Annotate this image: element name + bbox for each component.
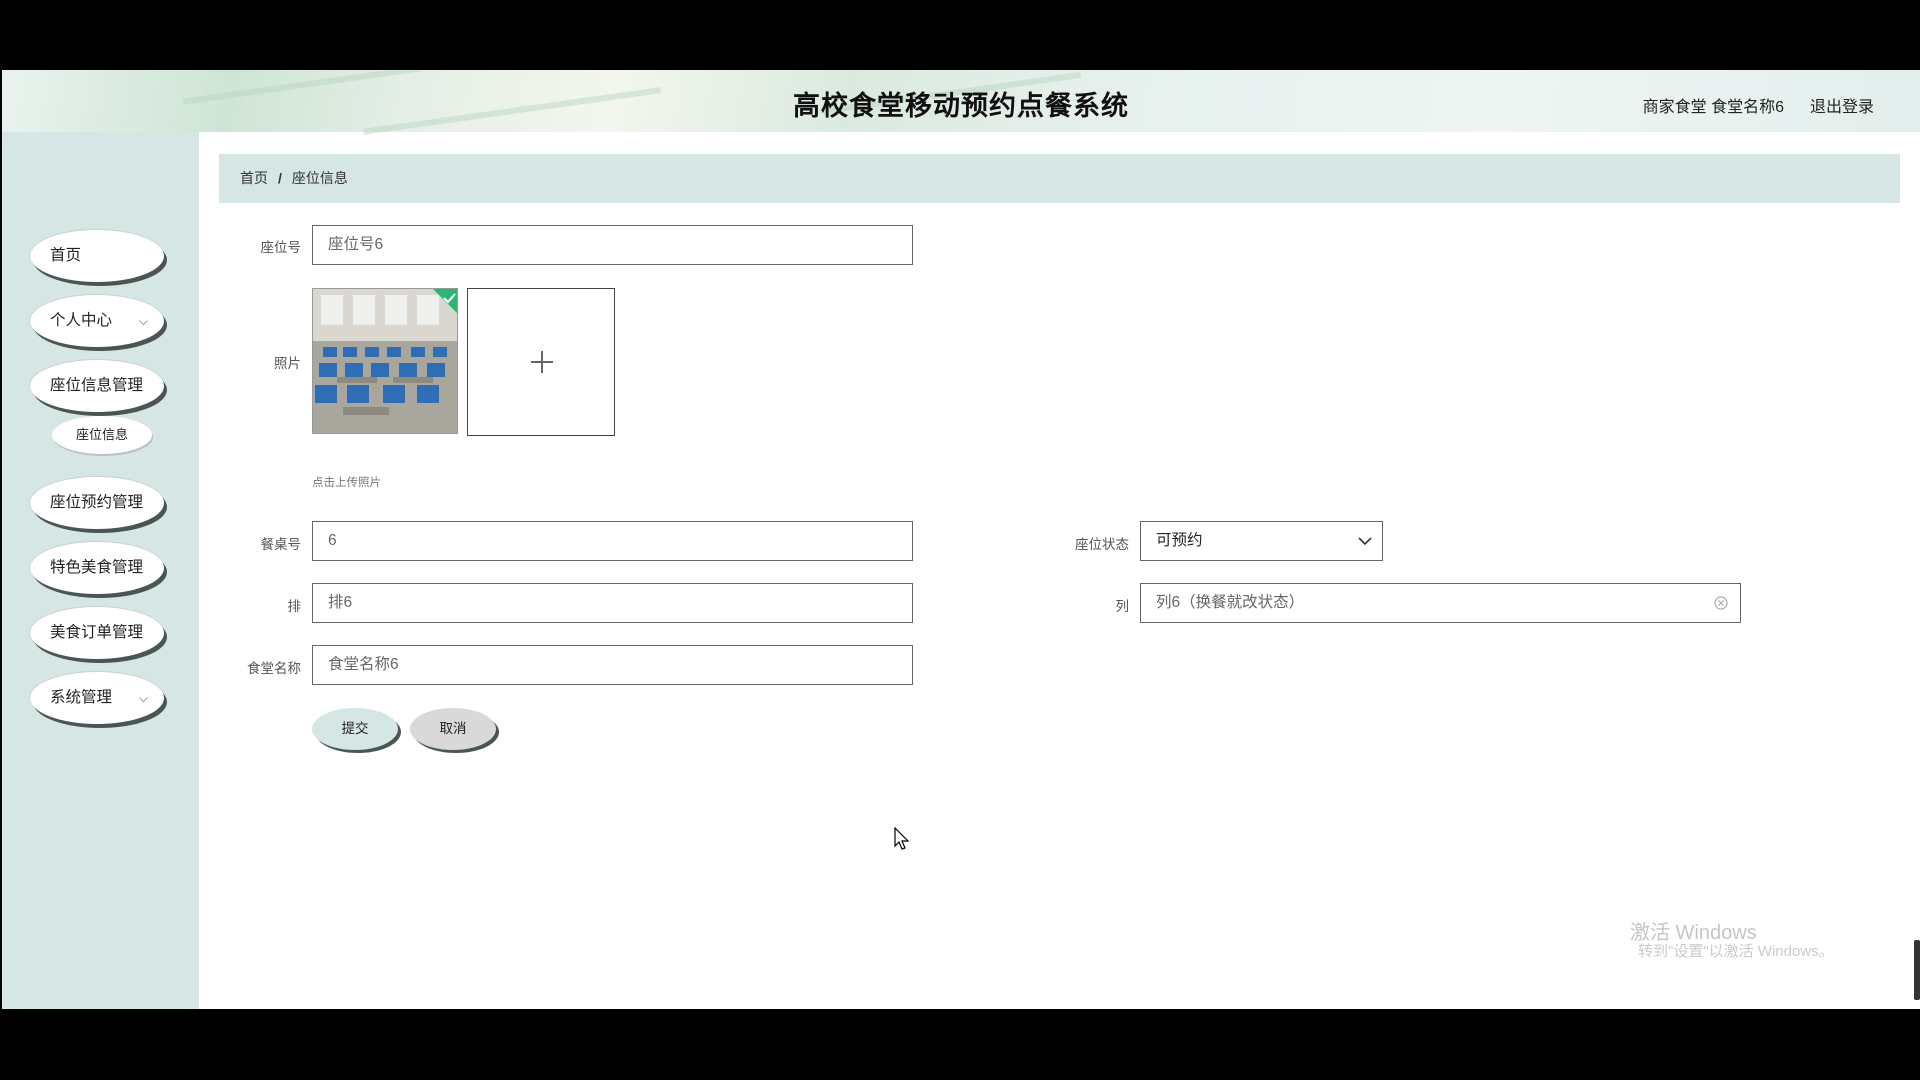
sidebar-item-special-food-management[interactable]: 特色美食管理 [30,542,164,594]
seat-no-input[interactable]: 座位号6 [312,225,913,265]
sidebar-item-label: 座位信息管理 [50,377,144,394]
sidebar-item-food-order-management[interactable]: 美食订单管理 [30,607,164,659]
system-title: 高校食堂移动预约点餐系统 [793,91,1129,121]
uploaded-photo-thumbnail[interactable] [312,288,458,434]
activation-watermark-subtitle: 转到"设置"以激活 Windows。 [1638,943,1834,960]
photo-label: 照片 [274,356,301,371]
sidebar-item-label: 首页 [50,247,82,264]
breadcrumb-current: 座位信息 [291,170,348,186]
chevron-down-icon: ⌵ [138,691,148,705]
breadcrumb-separator: / [278,170,282,186]
plus-icon [541,351,543,373]
breadcrumb-home[interactable]: 首页 [240,170,268,186]
clear-icon[interactable] [1714,596,1728,610]
table-no-label: 餐桌号 [260,537,302,552]
table-no-input[interactable]: 6 [312,521,913,561]
sidebar-item-label: 个人中心 [50,312,113,329]
app-window: 高校食堂移动预约点餐系统 商家食堂 食堂名称6 退出登录 首页 个人中心 ⌵ 座… [2,70,1920,1009]
user-info: 商家食堂 食堂名称6 [1642,99,1784,116]
sidebar-item-seat-reservation-management[interactable]: 座位预约管理 [30,477,164,529]
sidebar-item-label: 座位预约管理 [50,494,144,511]
chevron-down-icon [1358,537,1372,546]
row-label: 排 [287,599,302,614]
canteen-name-input[interactable]: 食堂名称6 [312,645,913,685]
sidebar-item-system-management[interactable]: 系统管理 ⌵ [30,672,164,724]
column-input[interactable]: 列6（换餐就改状态） [1140,583,1741,623]
seat-no-label: 座位号 [260,240,302,255]
photo-upload-button[interactable] [467,288,615,436]
sidebar-item-label: 特色美食管理 [50,559,144,576]
chevron-down-icon: ⌵ [138,314,148,328]
seat-status-select[interactable]: 可预约 [1140,521,1383,561]
scrollbar-thumb[interactable] [1914,940,1920,1000]
mouse-cursor-icon [894,827,910,850]
header-bar: 高校食堂移动预约点餐系统 商家食堂 食堂名称6 退出登录 [2,70,1920,135]
logout-link[interactable]: 退出登录 [1810,93,1874,117]
cancel-button[interactable]: 取消 [410,708,496,750]
row-input[interactable]: 排6 [312,583,913,623]
seat-status-value: 可预约 [1156,532,1203,549]
column-value: 列6（换餐就改状态） [1156,594,1305,611]
submit-button[interactable]: 提交 [312,708,398,750]
sidebar-item-personal-center[interactable]: 个人中心 ⌵ [30,295,164,347]
sidebar-item-home[interactable]: 首页 [30,230,164,282]
canteen-photo-image [313,289,457,433]
sidebar: 首页 个人中心 ⌵ 座位信息管理 座位信息 座位预约管理 特色美食管理 美食订单… [2,132,199,1009]
canteen-name-label: 食堂名称 [247,661,301,676]
column-label: 列 [1115,599,1130,614]
sidebar-subitem-seat-info[interactable]: 座位信息 [52,416,152,454]
upload-hint: 点击上传照片 [312,477,381,489]
breadcrumb: 首页 / 座位信息 [219,154,1900,203]
seat-status-label: 座位状态 [1075,537,1129,552]
sidebar-item-label: 座位信息 [75,427,128,442]
sidebar-item-label: 美食订单管理 [50,624,144,641]
sidebar-item-label: 系统管理 [50,689,113,706]
sidebar-item-seat-info-management[interactable]: 座位信息管理 [30,360,164,412]
